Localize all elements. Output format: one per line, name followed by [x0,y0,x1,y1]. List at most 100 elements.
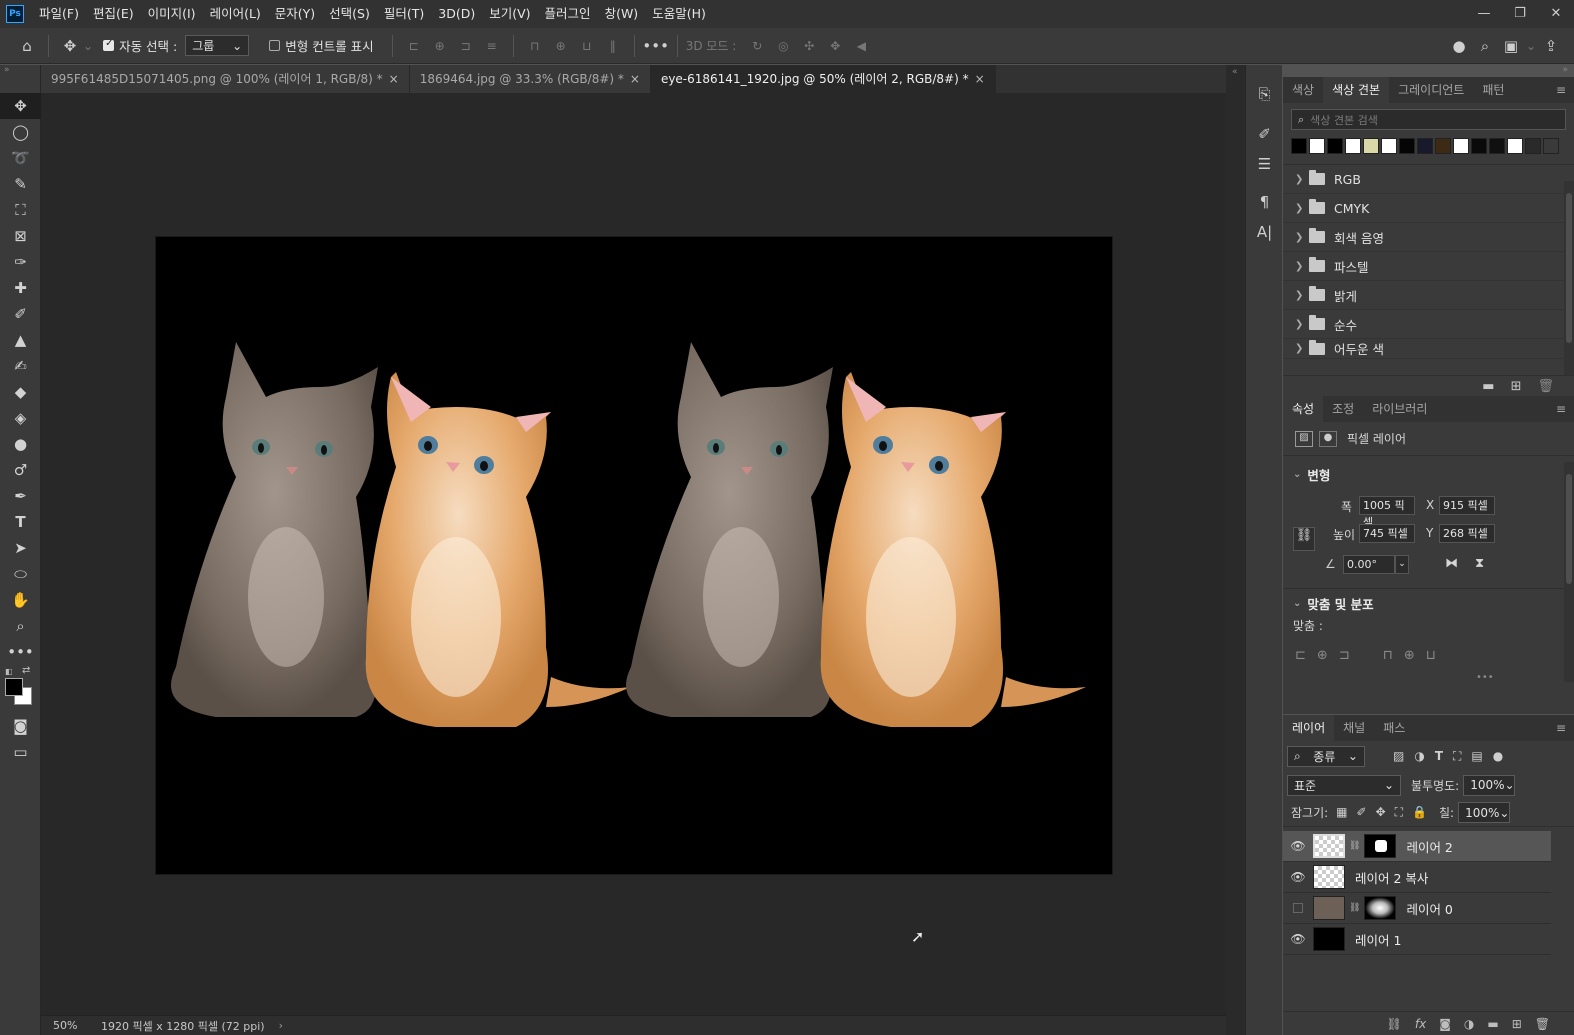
color-swatch[interactable] [1543,138,1559,154]
character-icon[interactable]: A| [1246,217,1283,247]
flip-horizontal-icon[interactable]: ⧓ [1445,556,1458,571]
menu-help[interactable]: 도움말(H) [645,0,713,28]
search-icon[interactable]: ⌕ [1472,33,1498,59]
fx-icon[interactable]: fx [1415,1017,1426,1031]
close-button[interactable]: ✕ [1538,0,1574,28]
eraser-tool-icon[interactable]: ◆ [0,379,41,405]
paint-bucket-tool-icon[interactable]: ◈ [0,405,41,431]
lock-transparency-icon[interactable]: ▦ [1336,805,1347,820]
new-layer-icon[interactable]: ⊞ [1512,1017,1522,1031]
close-icon[interactable]: × [975,72,985,86]
visibility-toggle-off[interactable] [1293,903,1303,913]
share-icon[interactable]: ⇪ [1538,33,1564,59]
add-mask-icon[interactable]: ◙ [1439,1017,1451,1031]
filter-adjustment-icon[interactable]: ◑ [1414,749,1424,764]
lock-brush-icon[interactable]: ✐ [1357,805,1367,820]
scrollbar-thumb[interactable] [1566,193,1572,343]
align-middle-v-icon[interactable]: ⊕ [1404,648,1415,663]
tab-color[interactable]: 색상 [1283,77,1323,103]
brush-tool-icon[interactable]: ✐ [0,301,41,327]
minimize-button[interactable]: — [1466,0,1502,28]
brush-settings-icon[interactable]: ✐ [1246,119,1283,149]
doc-tab-3[interactable]: eye-6186141_1920.jpg @ 50% (레이어 2, RGB/8… [650,65,996,93]
color-swatch[interactable] [1327,138,1343,154]
swatch-folder[interactable]: ❯ 회색 음영 [1283,223,1574,252]
new-folder-icon[interactable]: ▬ [1482,379,1494,394]
zoom-level[interactable]: 50% [53,1019,99,1032]
color-swatch[interactable] [1453,138,1469,154]
align-right-icon[interactable]: ⊐ [453,33,479,59]
properties-scrollbar[interactable] [1564,462,1574,682]
move-tool-icon[interactable]: ✥ [0,93,41,119]
history-icon[interactable]: ⎘ [1246,79,1283,109]
y-input[interactable]: 268 픽셀 [1439,524,1495,543]
transform-controls-checkbox[interactable] [269,40,281,51]
link-icon[interactable]: ⛓ [1293,527,1315,551]
3d-pan-icon[interactable]: ✣ [796,33,822,59]
menu-type[interactable]: 문자(Y) [268,0,322,28]
tab-properties[interactable]: 속성 [1283,396,1324,422]
color-swatch[interactable] [1309,138,1325,154]
color-swatch[interactable] [1291,138,1307,154]
transform-section-header[interactable]: ⌄ 변형 [1283,460,1574,488]
adjustments-icon[interactable]: ☰ [1246,149,1283,179]
layer-row[interactable]: 👁 레이어 1 [1283,924,1551,955]
menu-select[interactable]: 선택(S) [322,0,377,28]
align-left-icon[interactable]: ⊏ [401,33,427,59]
status-arrow[interactable]: › [279,1019,283,1032]
scrollbar-thumb[interactable] [1566,474,1572,584]
color-swatch[interactable] [1345,138,1361,154]
swatch-search-input[interactable]: ⌕ 색상 견본 검색 [1291,109,1566,130]
align-center-h-icon[interactable]: ⊕ [1317,648,1328,663]
link-layers-icon[interactable]: ⛓ [1387,1017,1402,1031]
menu-3d[interactable]: 3D(D) [431,0,482,28]
swatch-folder[interactable]: ❯ 파스텔 [1283,252,1574,281]
panel-menu-icon[interactable]: ≡ [1556,402,1566,416]
3d-orbit-icon[interactable]: ↻ [744,33,770,59]
more-options-button[interactable]: ••• [1476,672,1494,683]
pixel-layer-icon[interactable]: ▨ [1295,430,1313,447]
pen-tool-icon[interactable]: ✒ [0,483,41,509]
trash-icon[interactable]: 🗑 [1535,1017,1550,1031]
angle-input[interactable]: 0.00° [1343,555,1395,574]
chevron-down-icon[interactable]: ⌄ [83,39,93,53]
foreground-color-swatch[interactable] [5,678,23,696]
adjustment-layer-icon[interactable]: ◑ [1464,1017,1474,1031]
tab-adjustments[interactable]: 조정 [1323,396,1363,422]
dodge-tool-icon[interactable]: ♂ [0,457,41,483]
color-swatch[interactable] [1417,138,1433,154]
more-options-button[interactable]: ••• [642,33,669,59]
type-tool-icon[interactable]: T [0,509,41,535]
auto-select-checkbox[interactable] [103,38,115,51]
filter-toggle-icon[interactable]: ● [1493,749,1503,764]
3d-slide-icon[interactable]: ✥ [822,33,848,59]
color-swatch[interactable] [1399,138,1415,154]
home-icon[interactable]: ⌂ [14,33,40,59]
3d-roll-icon[interactable]: ◎ [770,33,796,59]
layer-mask-icon[interactable]: ● [1319,430,1337,447]
eye-icon[interactable]: 👁 [1283,870,1313,884]
fill-input[interactable]: 100% ⌄ [1458,802,1511,823]
panel-menu-icon[interactable]: ≡ [1556,83,1566,97]
distribute-v-icon[interactable]: ‖ [600,33,626,59]
workspace-icon[interactable]: ▣ [1498,33,1524,59]
swatch-folder[interactable]: ❯ RGB [1283,165,1574,194]
panel-menu-icon[interactable]: ≡ [1556,721,1566,735]
filter-pixel-icon[interactable]: ▨ [1393,749,1404,764]
ellipse-tool-icon[interactable]: ⬭ [0,561,41,587]
collapse-icon[interactable]: » [1562,65,1568,75]
color-swatch[interactable] [1471,138,1487,154]
tab-paths[interactable]: 패스 [1374,715,1414,741]
path-select-tool-icon[interactable]: ➤ [0,535,41,561]
layer-filter-dropdown[interactable]: ⌕ 종류 ⌄ [1287,745,1365,767]
user-icon[interactable]: ● [1446,33,1472,59]
align-top-icon[interactable]: ⊓ [522,33,548,59]
menu-edit[interactable]: 편집(E) [86,0,141,28]
flip-vertical-icon[interactable]: ⧗ [1475,556,1484,571]
close-icon[interactable]: × [389,72,399,86]
align-section-header[interactable]: ⌄ 맞춤 및 분포 [1283,589,1574,617]
align-middle-v-icon[interactable]: ⊕ [548,33,574,59]
menu-window[interactable]: 창(W) [598,0,646,28]
frame-tool-icon[interactable]: ⊠ [0,223,41,249]
x-input[interactable]: 915 픽셀 [1439,496,1495,515]
